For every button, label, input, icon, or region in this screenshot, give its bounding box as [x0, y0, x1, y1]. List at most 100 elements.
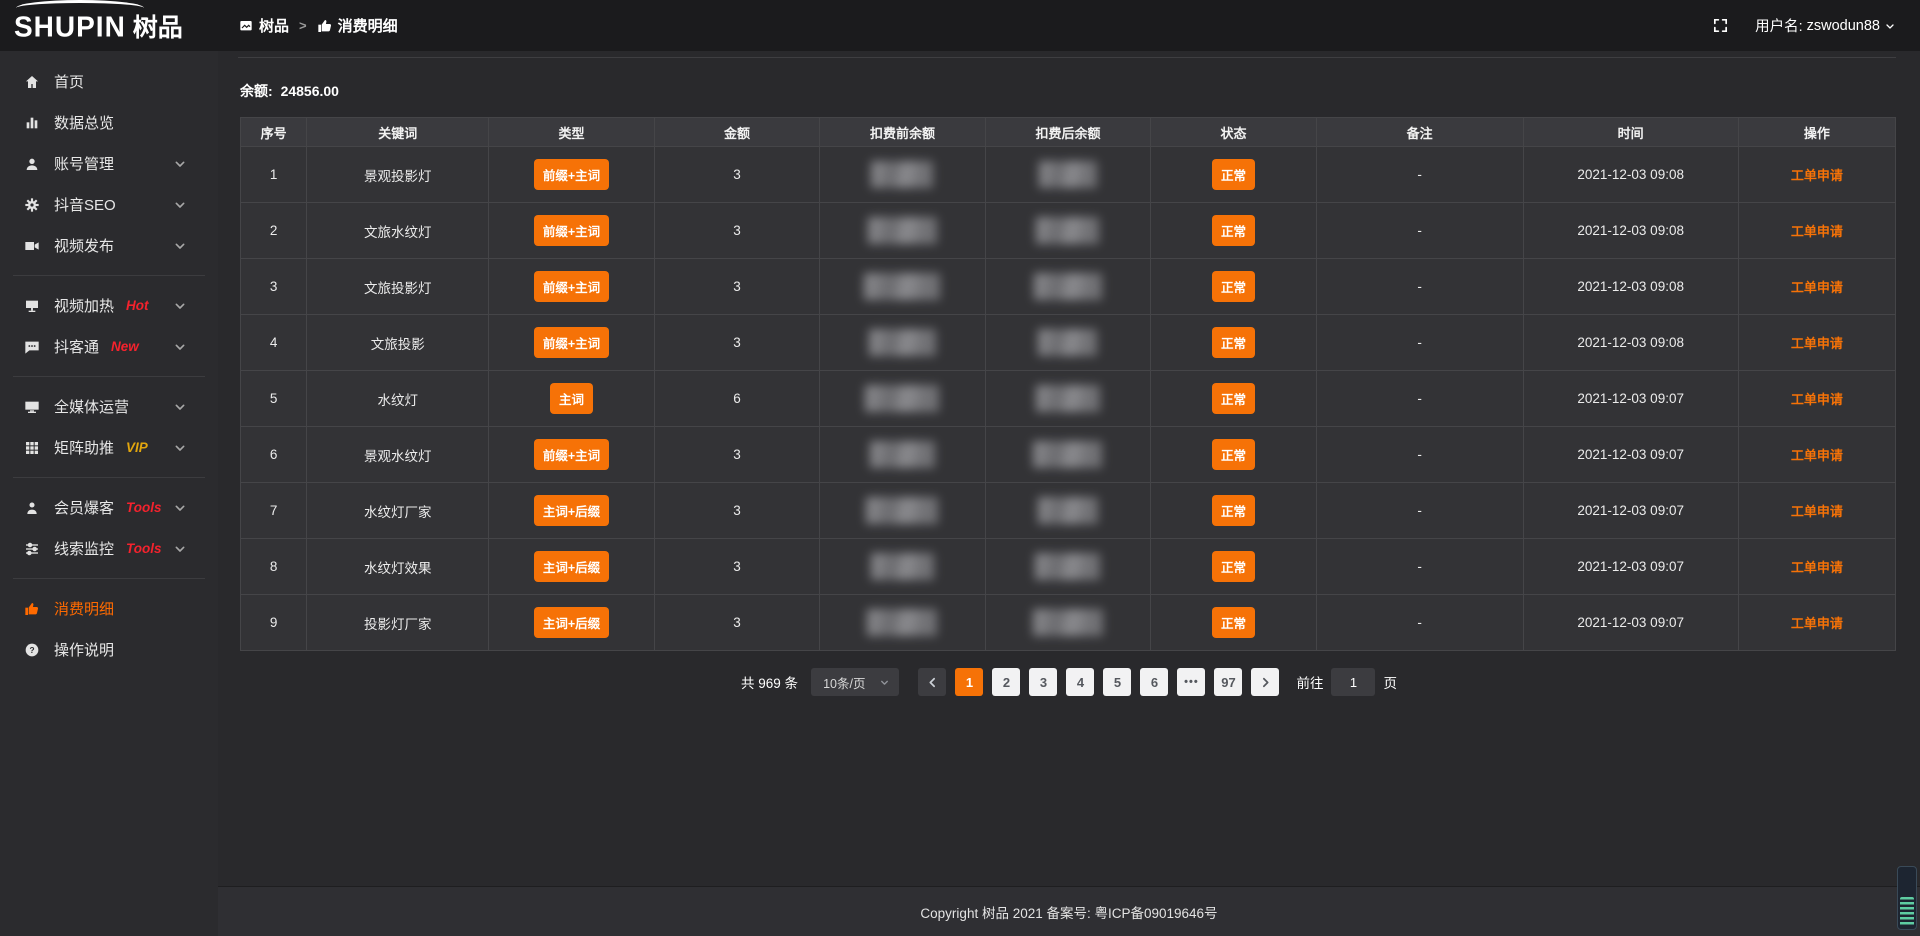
sidebar-item-douketong[interactable]: 抖客通New — [0, 326, 218, 367]
ticket-apply-link[interactable]: 工单申请 — [1791, 448, 1843, 463]
page-size-select[interactable]: 10条/页 — [811, 668, 899, 696]
next-page-button[interactable] — [1251, 668, 1279, 696]
page-ellipsis-button[interactable]: ••• — [1177, 668, 1205, 696]
table-row: 2文旅水纹灯前缀+主词3正常-2021-12-03 09:08工单申请 — [241, 203, 1896, 259]
cell-time: 2021-12-03 09:08 — [1523, 259, 1738, 315]
table-row: 5水纹灯主词6正常-2021-12-03 09:07工单申请 — [241, 371, 1896, 427]
scrollbar-track[interactable] — [1897, 866, 1917, 930]
consume-icon — [23, 601, 40, 617]
status-badge: 正常 — [1212, 551, 1255, 582]
masked-balance-before — [865, 385, 939, 412]
logo-brand-en: SHUPIN — [14, 10, 126, 43]
chevron-down-icon — [171, 399, 188, 415]
type-badge: 前缀+主词 — [534, 327, 609, 358]
chevron-down-icon — [171, 500, 188, 516]
caret-down-icon — [1884, 20, 1896, 32]
page-button-6[interactable]: 6 — [1140, 668, 1168, 696]
sidebar-item-douyin-seo[interactable]: 抖音SEO — [0, 184, 218, 225]
column-header: 时间 — [1523, 118, 1738, 147]
balance: 余额: 24856.00 — [240, 81, 1896, 101]
cell-balance-before — [820, 315, 986, 371]
cell-action: 工单申请 — [1738, 259, 1895, 315]
goto-suffix: 页 — [1383, 672, 1397, 692]
ticket-apply-link[interactable]: 工单申请 — [1791, 560, 1843, 575]
sidebar-item-video-heat[interactable]: 视频加热Hot — [0, 285, 218, 326]
page-button-97[interactable]: 97 — [1214, 668, 1242, 696]
page-button-5[interactable]: 5 — [1103, 668, 1131, 696]
column-header: 扣费前余额 — [820, 118, 986, 147]
type-badge: 主词 — [550, 383, 593, 414]
masked-balance-before — [871, 161, 933, 188]
sidebar-item-label: 抖客通 — [54, 336, 99, 357]
screen-icon — [23, 298, 40, 314]
cell-keyword: 投影灯厂家 — [307, 595, 489, 651]
logo-brand-cn: 树品 — [133, 8, 183, 44]
masked-balance-after — [1033, 441, 1102, 468]
sidebar-item-consume-detail[interactable]: 消费明细 — [0, 588, 218, 629]
type-badge: 前缀+主词 — [534, 159, 609, 190]
sidebar-item-data-overview[interactable]: 数据总览 — [0, 102, 218, 143]
cell-amount: 3 — [654, 147, 820, 203]
cell-time: 2021-12-03 09:07 — [1523, 595, 1738, 651]
chevron-down-icon — [171, 238, 188, 254]
fullscreen-icon[interactable] — [1712, 17, 1729, 34]
ticket-apply-link[interactable]: 工单申请 — [1791, 504, 1843, 519]
breadcrumb-item-home[interactable]: 树品 — [238, 15, 289, 36]
consumption-table: 序号关键词类型金额扣费前余额扣费后余额状态备注时间操作 1景观投影灯前缀+主词3… — [240, 117, 1896, 651]
sidebar-item-video-publish[interactable]: 视频发布 — [0, 225, 218, 266]
cell-type: 主词 — [489, 371, 655, 427]
sidebar-item-media-operation[interactable]: 全媒体运营 — [0, 386, 218, 427]
chevron-down-icon — [171, 156, 188, 172]
cell-action: 工单申请 — [1738, 427, 1895, 483]
cell-index: 2 — [241, 203, 307, 259]
cell-amount: 3 — [654, 427, 820, 483]
help-icon: ? — [23, 642, 40, 658]
masked-balance-before — [871, 553, 934, 580]
ticket-apply-link[interactable]: 工单申请 — [1791, 168, 1843, 183]
ticket-apply-link[interactable]: 工单申请 — [1791, 392, 1843, 407]
sidebar-item-label: 全媒体运营 — [54, 396, 129, 417]
cell-status: 正常 — [1151, 203, 1317, 259]
cell-keyword: 文旅投影灯 — [307, 259, 489, 315]
ticket-apply-link[interactable]: 工单申请 — [1791, 336, 1843, 351]
sidebar-item-help[interactable]: ?操作说明 — [0, 629, 218, 670]
type-badge: 主词+后缀 — [534, 495, 609, 526]
ticket-apply-link[interactable]: 工单申请 — [1791, 224, 1843, 239]
page-button-1[interactable]: 1 — [955, 668, 983, 696]
sidebar-item-account-management[interactable]: 账号管理 — [0, 143, 218, 184]
chevron-down-icon — [171, 197, 188, 213]
prev-page-button[interactable] — [918, 668, 946, 696]
user-icon — [23, 156, 40, 172]
status-badge: 正常 — [1212, 159, 1255, 190]
user-menu[interactable]: 用户名: zswodun88 — [1755, 15, 1896, 36]
ticket-apply-link[interactable]: 工单申请 — [1791, 280, 1843, 295]
cell-balance-before — [820, 595, 986, 651]
cell-index: 8 — [241, 539, 307, 595]
sidebar-item-home[interactable]: 首页 — [0, 61, 218, 102]
sidebar-item-member-burst[interactable]: 会员爆客Tools — [0, 487, 218, 528]
cell-balance-after — [985, 595, 1151, 651]
logo: SHUPIN 树品 — [0, 0, 218, 51]
cell-remark: - — [1316, 203, 1523, 259]
sidebar-item-matrix-boost[interactable]: 矩阵助推VIP — [0, 427, 218, 468]
sidebar-item-clue-monitor[interactable]: 线索监控Tools — [0, 528, 218, 569]
page-button-3[interactable]: 3 — [1029, 668, 1057, 696]
cell-action: 工单申请 — [1738, 203, 1895, 259]
cell-type: 主词+后缀 — [489, 595, 655, 651]
masked-balance-after — [1036, 385, 1100, 412]
chevron-right-icon — [1259, 676, 1272, 689]
cell-balance-before — [820, 483, 986, 539]
column-header: 备注 — [1316, 118, 1523, 147]
scrollbar-thumb[interactable] — [1900, 897, 1914, 927]
goto-page-input[interactable] — [1331, 668, 1375, 696]
page-button-2[interactable]: 2 — [992, 668, 1020, 696]
page-button-4[interactable]: 4 — [1066, 668, 1094, 696]
cell-keyword: 水纹灯厂家 — [307, 483, 489, 539]
cell-action: 工单申请 — [1738, 371, 1895, 427]
cell-remark: - — [1316, 539, 1523, 595]
cell-balance-before — [820, 203, 986, 259]
home-icon — [23, 74, 40, 90]
ticket-apply-link[interactable]: 工单申请 — [1791, 616, 1843, 631]
table-row: 9投影灯厂家主词+后缀3正常-2021-12-03 09:07工单申请 — [241, 595, 1896, 651]
cell-action: 工单申请 — [1738, 147, 1895, 203]
